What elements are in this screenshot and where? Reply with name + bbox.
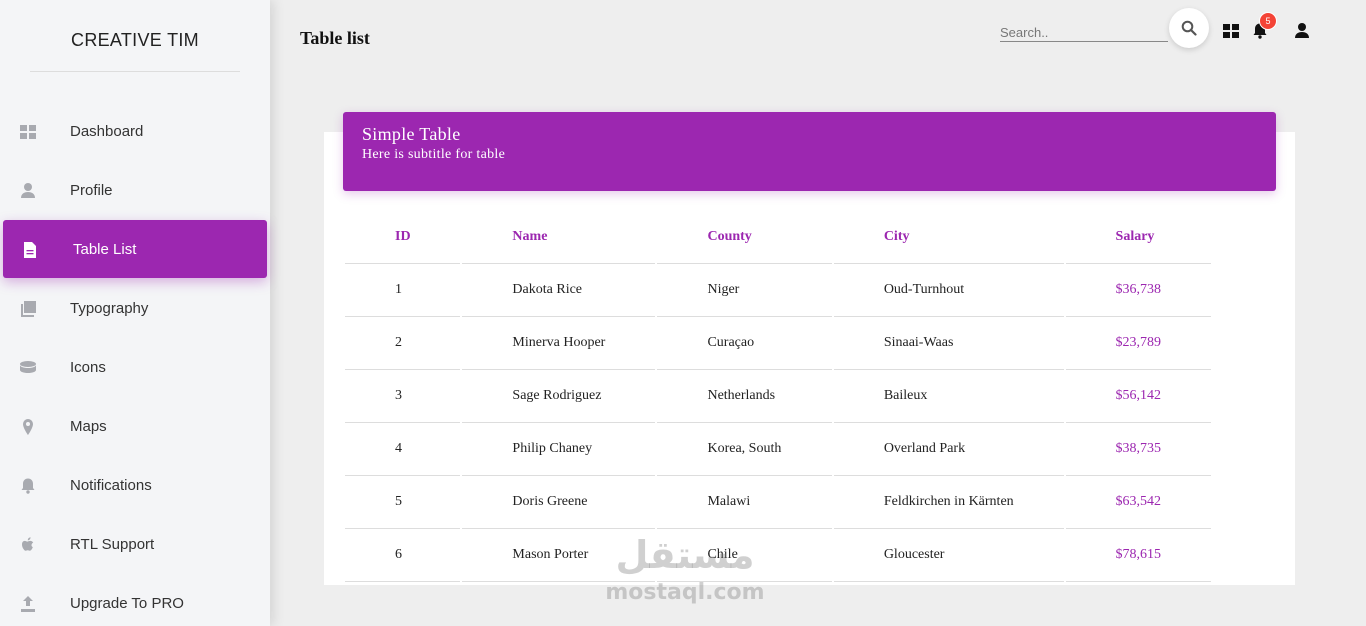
table-row: 1 Dakota Rice Niger Oud-Turnhout $36,738 <box>345 264 1211 317</box>
cell-city: Sinaai-Waas <box>833 317 1064 370</box>
search-input[interactable] <box>1000 24 1168 42</box>
upload-icon <box>21 596 35 612</box>
sidebar-item-maps[interactable]: Maps <box>3 397 267 455</box>
brand-logo[interactable]: CREATIVE TIM <box>0 30 270 51</box>
column-header-id: ID <box>345 210 461 264</box>
bubble-chart-icon <box>20 361 36 373</box>
sidebar-item-label: Profile <box>70 181 113 199</box>
person-icon <box>21 183 35 198</box>
cell-county: Curaçao <box>657 317 832 370</box>
cell-salary: $63,542 <box>1065 476 1211 529</box>
search-button[interactable] <box>1169 8 1209 48</box>
sidebar-item-label: Icons <box>70 358 106 376</box>
data-table: ID Name County City Salary 1 Dakota Rice… <box>343 210 1213 582</box>
sidebar-item-label: Table List <box>73 240 137 258</box>
sidebar-item-label: Upgrade To PRO <box>70 594 184 612</box>
cell-city: Overland Park <box>833 423 1064 476</box>
cell-city: Feldkirchen in Kärnten <box>833 476 1064 529</box>
cell-salary: $38,735 <box>1065 423 1211 476</box>
sidebar-item-label: Dashboard <box>70 122 144 140</box>
cell-county: Malawi <box>657 476 832 529</box>
page-title: Table list <box>300 28 370 48</box>
sidebar-item-profile[interactable]: Profile <box>3 161 267 219</box>
watermark: مستقل mostaql.com <box>600 530 770 606</box>
sidebar-item-dashboard[interactable]: Dashboard <box>3 102 267 160</box>
dashboard-icon[interactable] <box>1222 22 1240 40</box>
cell-name: Philip Chaney <box>462 423 656 476</box>
watermark-arabic: مستقل <box>615 533 755 577</box>
table-row: 6 Mason Porter Chile Gloucester $78,615 <box>345 529 1211 582</box>
person-icon[interactable] <box>1293 22 1311 40</box>
dashboard-icon <box>20 125 36 139</box>
table-header-row: ID Name County City Salary <box>345 210 1211 264</box>
cell-name: Dakota Rice <box>462 264 656 317</box>
cell-id: 4 <box>345 423 461 476</box>
cell-name: Minerva Hooper <box>462 317 656 370</box>
card-subtitle: Here is subtitle for table <box>362 147 506 162</box>
cell-id: 5 <box>345 476 461 529</box>
location-pin-icon <box>23 419 33 435</box>
sidebar-item-typography[interactable]: Typography <box>3 279 267 337</box>
cell-county: Korea, South <box>657 423 832 476</box>
sidebar: CREATIVE TIM Dashboard Profile Table Lis… <box>0 0 270 626</box>
library-books-icon <box>21 301 36 317</box>
sidebar-item-upgrade[interactable]: Upgrade To PRO <box>3 574 267 626</box>
table-row: 4 Philip Chaney Korea, South Overland Pa… <box>345 423 1211 476</box>
sidebar-item-rtl-support[interactable]: RTL Support <box>3 515 267 573</box>
cell-city: Gloucester <box>833 529 1064 582</box>
column-header-name: Name <box>462 210 656 264</box>
table-row: 2 Minerva Hooper Curaçao Sinaai-Waas $23… <box>345 317 1211 370</box>
sidebar-item-notifications[interactable]: Notifications <box>3 456 267 514</box>
sidebar-item-icons[interactable]: Icons <box>3 338 267 396</box>
cell-city: Oud-Turnhout <box>833 264 1064 317</box>
watermark-latin: mostaql.com <box>605 580 765 605</box>
notification-badge: 5 <box>1259 12 1277 30</box>
cell-id: 2 <box>345 317 461 370</box>
document-icon <box>24 242 36 258</box>
apple-icon <box>22 537 34 551</box>
sidebar-item-label: Maps <box>70 417 107 435</box>
card-header: Simple Table Here is subtitle for table <box>343 112 1276 191</box>
cell-salary: $56,142 <box>1065 370 1211 423</box>
sidebar-item-label: Typography <box>70 299 149 317</box>
column-header-county: County <box>657 210 832 264</box>
column-header-salary: Salary <box>1065 210 1211 264</box>
table-row: 5 Doris Greene Malawi Feldkirchen in Kär… <box>345 476 1211 529</box>
cell-name: Sage Rodriguez <box>462 370 656 423</box>
cell-salary: $36,738 <box>1065 264 1211 317</box>
sidebar-item-label: Notifications <box>70 476 152 494</box>
card-title: Simple Table <box>362 124 461 144</box>
cell-name: Doris Greene <box>462 476 656 529</box>
cell-county: Niger <box>657 264 832 317</box>
cell-id: 6 <box>345 529 461 582</box>
cell-county: Netherlands <box>657 370 832 423</box>
cell-city: Baileux <box>833 370 1064 423</box>
cell-id: 1 <box>345 264 461 317</box>
search-icon <box>1181 20 1197 36</box>
cell-salary: $23,789 <box>1065 317 1211 370</box>
table-row: 3 Sage Rodriguez Netherlands Baileux $56… <box>345 370 1211 423</box>
sidebar-item-label: RTL Support <box>70 535 155 553</box>
cell-id: 3 <box>345 370 461 423</box>
cell-salary: $78,615 <box>1065 529 1211 582</box>
bell-icon <box>21 478 35 494</box>
sidebar-item-table-list[interactable]: Table List <box>3 220 267 278</box>
column-header-city: City <box>833 210 1064 264</box>
brand-divider <box>30 71 240 72</box>
